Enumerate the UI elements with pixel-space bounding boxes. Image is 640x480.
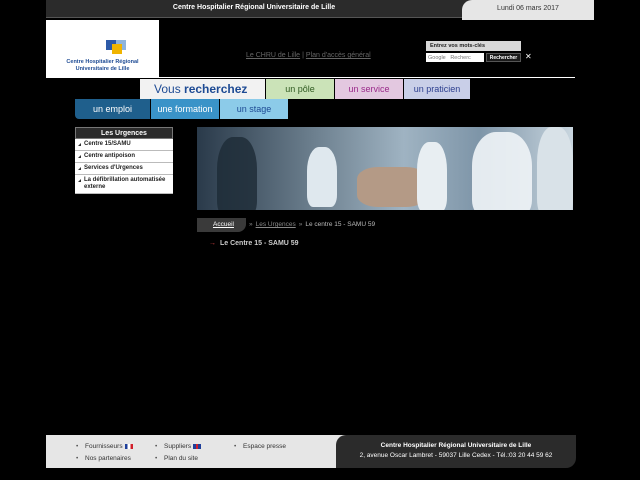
breadcrumb-separator: » xyxy=(298,221,303,228)
current-date: Lundi 06 mars 2017 xyxy=(462,0,594,20)
sidebar-item-defibrillation[interactable]: La défibrillation automatisée externe xyxy=(75,175,173,194)
suppliers-label: Suppliers xyxy=(164,443,192,450)
recherchez-label: recherchez xyxy=(184,82,248,96)
site-title: Centre Hospitalier Régional Universitair… xyxy=(172,4,336,11)
footer-address: 2, avenue Oscar Lambret - 59037 Lille Ce… xyxy=(359,452,553,459)
logo-text: Centre Hospitalier Régional Universitair… xyxy=(46,59,159,73)
footer-plan-site-link[interactable]: Plan du site xyxy=(155,455,198,462)
header-links: Le CHRU de Lille | Plan d'accès général xyxy=(246,52,371,59)
plan-acces-link[interactable]: Plan d'accès général xyxy=(306,52,371,59)
footer-org-name: Centre Hospitalier Régional Universitair… xyxy=(380,442,532,449)
tab-praticien[interactable]: un praticien xyxy=(404,79,470,99)
tab-formation[interactable]: une formation xyxy=(151,99,219,119)
footer-espace-presse-link[interactable]: Espace presse xyxy=(234,443,286,450)
tab-service[interactable]: un service xyxy=(335,79,403,99)
breadcrumb: Accueil » Les Urgences » Le centre 15 - … xyxy=(197,218,375,232)
top-bar: Centre Hospitalier Régional Universitair… xyxy=(46,0,594,20)
logo-mark-icon xyxy=(106,40,128,58)
footer-suppliers-link[interactable]: Suppliers xyxy=(155,443,202,450)
centre-15-link[interactable]: → Le Centre 15 - SAMU 59 xyxy=(209,240,299,247)
sidebar: Les Urgences Centre 15/SAMU Centre antip… xyxy=(75,127,173,194)
footer-links: Fournisseurs Suppliers Espace presse Nos… xyxy=(46,435,346,468)
france-flag-icon xyxy=(124,443,133,449)
logo-text-line2: Universitaire de Lille xyxy=(75,66,130,72)
fournisseurs-label: Fournisseurs xyxy=(85,443,123,450)
close-icon[interactable]: ✕ xyxy=(525,52,532,61)
chru-logo[interactable]: Centre Hospitalier Régional Universitair… xyxy=(46,20,159,78)
vous-label: Vous xyxy=(154,82,185,96)
breadcrumb-home[interactable]: Accueil xyxy=(197,218,246,232)
centre-15-link-label: Le Centre 15 - SAMU 59 xyxy=(220,240,299,247)
footer-fournisseurs-link[interactable]: Fournisseurs xyxy=(76,443,133,450)
footer-contact: Centre Hospitalier Régional Universitair… xyxy=(336,435,576,468)
breadcrumb-current: Le centre 15 - SAMU 59 xyxy=(305,221,376,228)
sidebar-item-services-urgences[interactable]: Services d'Urgences xyxy=(75,163,173,175)
chru-link[interactable]: Le CHRU de Lille xyxy=(246,52,300,59)
search-input[interactable] xyxy=(426,53,484,62)
footer-partenaires-link[interactable]: Nos partenaires xyxy=(76,455,131,462)
sidebar-title: Les Urgences xyxy=(75,127,173,139)
vous-recherchez-label: Vous recherchez xyxy=(140,79,265,99)
breadcrumb-separator: » xyxy=(248,221,253,228)
header-link-separator: | xyxy=(302,52,304,59)
breadcrumb-urgences[interactable]: Les Urgences xyxy=(256,218,296,232)
search-label: Entrez vos mots-clés xyxy=(426,41,521,51)
search-button[interactable]: Rechercher xyxy=(486,53,521,62)
arrow-right-icon: → xyxy=(209,240,216,247)
emergency-room-photo xyxy=(197,127,573,210)
header-divider xyxy=(159,77,575,78)
tab-pole[interactable]: un pôle xyxy=(266,79,334,99)
uk-flag-icon xyxy=(193,443,202,449)
tab-emploi[interactable]: un emploi xyxy=(75,99,150,119)
sidebar-item-centre-15-samu[interactable]: Centre 15/SAMU xyxy=(75,139,173,151)
tab-stage[interactable]: un stage xyxy=(220,99,288,119)
logo-text-line1: Centre Hospitalier Régional xyxy=(66,59,139,65)
sidebar-item-centre-antipoison[interactable]: Centre antipoison xyxy=(75,151,173,163)
